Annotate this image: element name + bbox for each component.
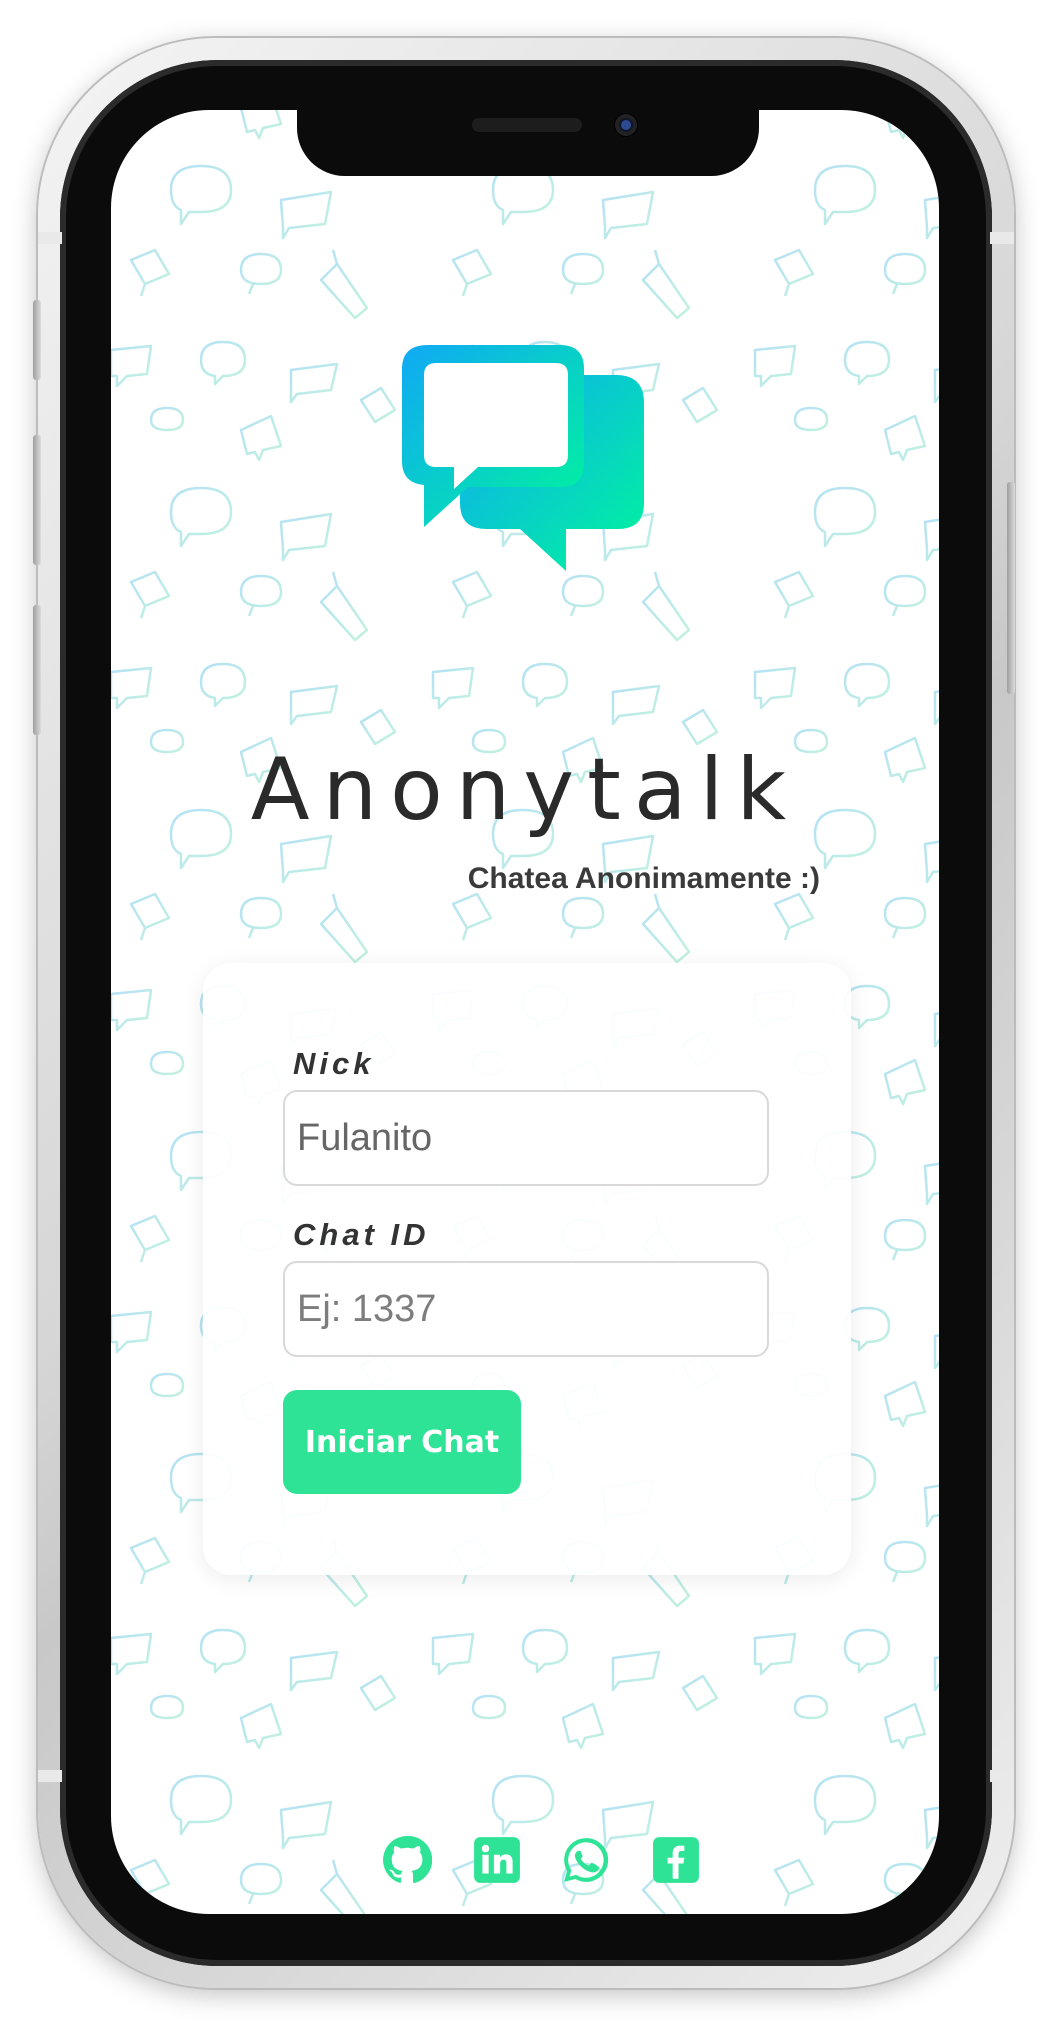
linkedin-link[interactable]: [472, 1835, 522, 1885]
whatsapp-link[interactable]: [561, 1835, 611, 1885]
front-camera: [615, 114, 637, 136]
facebook-icon: [653, 1837, 699, 1883]
chat-id-input[interactable]: [283, 1261, 769, 1357]
app-subtitle: Chatea Anonimamente :): [467, 862, 820, 895]
side-button-volume-down: [33, 605, 41, 735]
start-chat-button[interactable]: Iniciar Chat: [283, 1390, 521, 1494]
antenna-band: [990, 232, 1014, 244]
github-icon: [383, 1836, 432, 1884]
whatsapp-icon: [564, 1838, 609, 1882]
app-title: Anonytalk: [250, 740, 800, 840]
side-button-silent: [33, 300, 41, 380]
linkedin-icon: [474, 1837, 520, 1883]
side-button-power: [1007, 482, 1015, 694]
antenna-band: [38, 1770, 62, 1782]
antenna-band: [990, 1770, 1014, 1782]
github-link[interactable]: [382, 1835, 432, 1885]
phone-speaker: [472, 118, 582, 132]
facebook-link[interactable]: [651, 1835, 701, 1885]
nick-input[interactable]: [283, 1090, 769, 1186]
antenna-band: [38, 232, 62, 244]
nick-label: Nick: [293, 1046, 375, 1081]
chat-id-label: Chat ID: [293, 1217, 430, 1252]
side-button-volume-up: [33, 435, 41, 565]
app-logo-icon: [402, 345, 644, 571]
